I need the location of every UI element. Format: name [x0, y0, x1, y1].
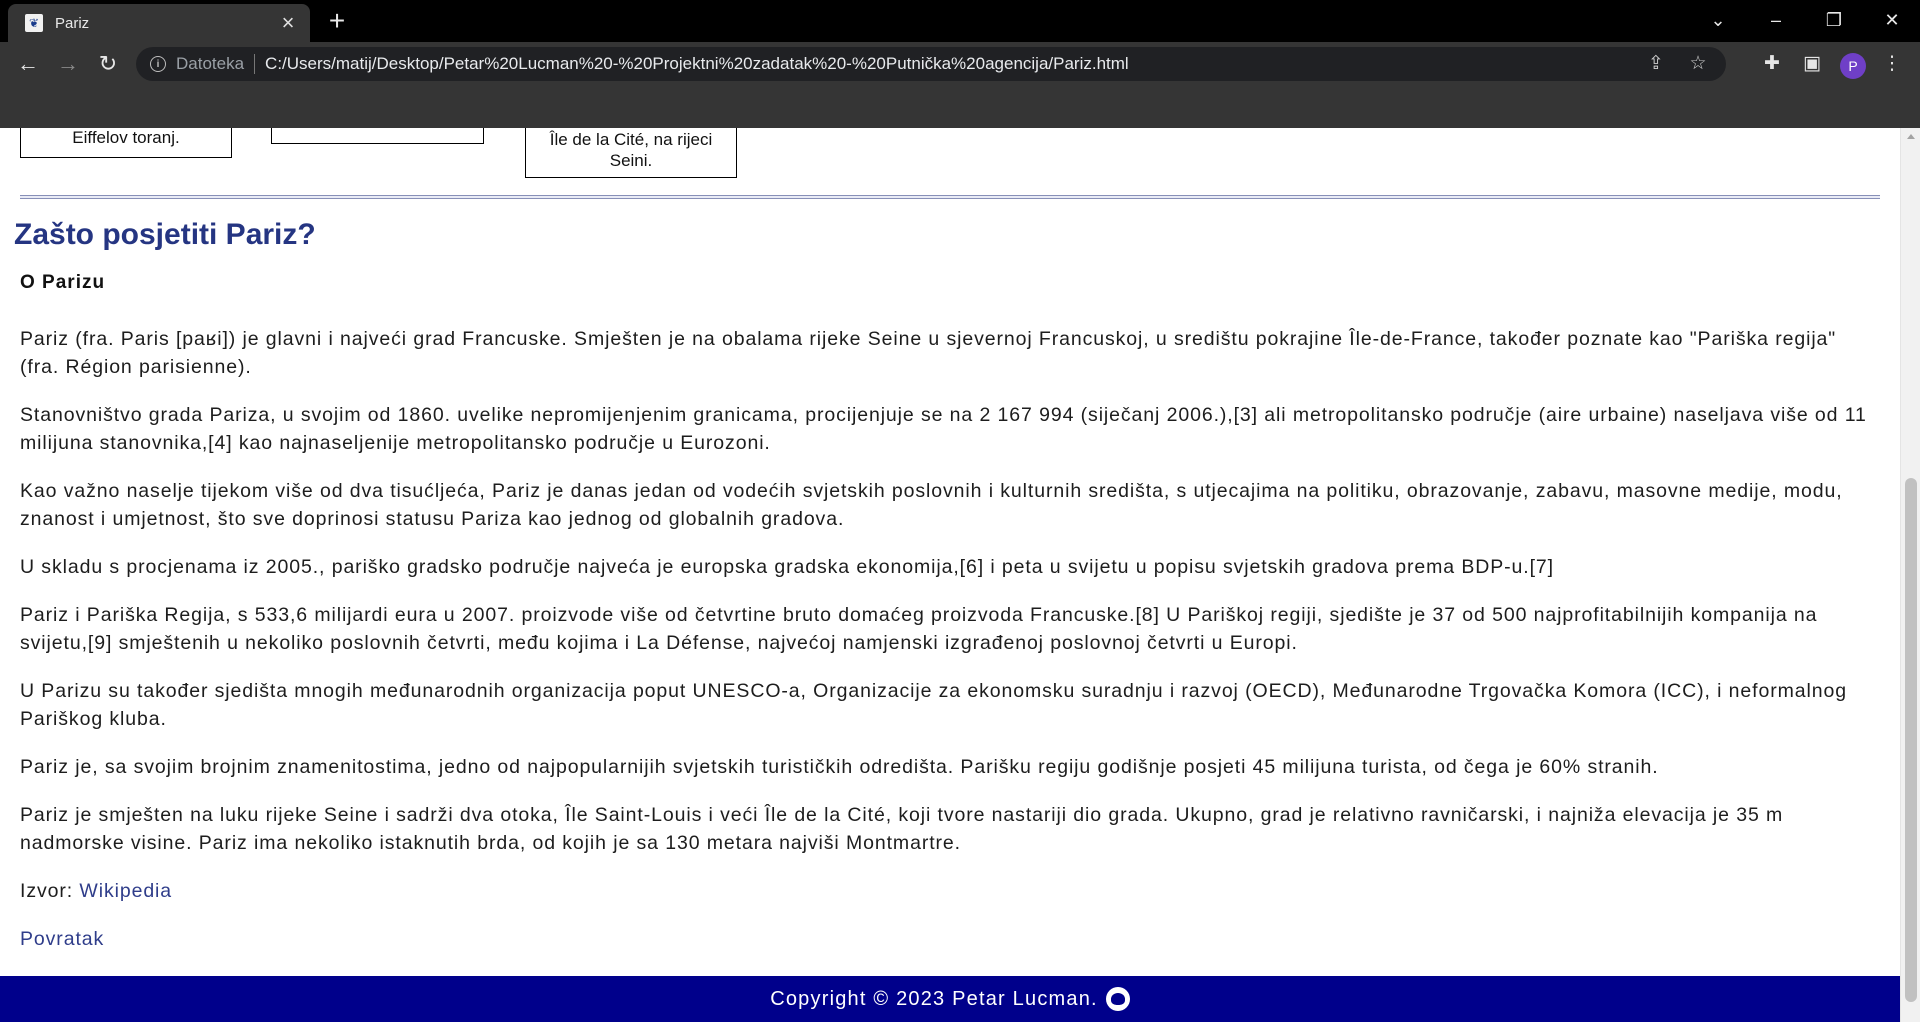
scrollbar-thumb[interactable] — [1905, 478, 1917, 1002]
back-icon[interactable]: ← — [14, 50, 42, 78]
section-divider — [20, 195, 1880, 199]
info-icon[interactable]: i — [150, 56, 166, 72]
share-icon[interactable]: ⇪ — [1642, 50, 1670, 78]
browser-tab[interactable]: ❦ Pariz × — [8, 4, 310, 42]
paragraph: Pariz i Pariška Regija, s 533,6 milijard… — [20, 604, 1818, 654]
puzzle-icon[interactable]: ✚ — [1758, 50, 1786, 78]
image-caption-ile-de-la-cite: Île de la Cité, na rijeci Seini. — [525, 128, 737, 178]
page-title: Zašto posjetiti Pariz? — [14, 218, 316, 251]
tab-title: Pariz — [55, 14, 90, 32]
page-viewport: Eiffelov toranj. Île de la Cité, na rije… — [0, 128, 1920, 1022]
github-icon[interactable] — [1105, 987, 1130, 1011]
caption-text: Eiffelov toranj. — [72, 128, 180, 147]
close-window-icon[interactable]: ✕ — [1864, 0, 1920, 42]
copyright-text: Copyright © 2023 Petar Lucman. — [770, 987, 1098, 1010]
side-panel-icon[interactable]: ▣ — [1798, 50, 1826, 78]
paragraph: Kao važno naselje tijekom više od dva ti… — [20, 480, 1843, 530]
paragraph: Pariz je smješten na luku rijeke Seine i… — [20, 804, 1784, 854]
scheme-label: Datoteka — [176, 54, 245, 73]
caption-text: Île de la Cité, na rijeci Seini. — [549, 130, 713, 170]
profile-avatar[interactable]: P — [1840, 53, 1866, 79]
minimize-icon[interactable]: – — [1748, 0, 1804, 42]
section-subtitle: O Parizu — [20, 272, 106, 293]
vertical-scrollbar[interactable] — [1900, 128, 1920, 1022]
image-caption-eiffel: Eiffelov toranj. — [20, 128, 232, 158]
tab-search-icon[interactable]: ⌄ — [1690, 0, 1746, 42]
paragraph: Pariz (fra. Paris [paʁi]) je glavni i na… — [20, 328, 1837, 378]
source-label: Izvor: — [20, 880, 74, 902]
scroll-up-arrow-icon[interactable] — [1907, 134, 1915, 139]
paragraph: U Parizu su također sjedišta mnogih među… — [20, 680, 1847, 730]
paragraph: Stanovništvo grada Pariza, u svojim od 1… — [20, 404, 1867, 454]
favicon-icon: ❦ — [25, 14, 43, 32]
close-tab-icon[interactable]: × — [274, 9, 302, 37]
restore-icon[interactable]: ❐ — [1806, 0, 1862, 42]
wikipedia-link[interactable]: Wikipedia — [79, 880, 172, 902]
article-content: Pariz (fra. Paris [paʁi]) je glavni i na… — [20, 325, 1880, 973]
source-line: Izvor: Wikipedia — [20, 877, 1880, 905]
page-footer: Copyright © 2023 Petar Lucman. — [0, 976, 1900, 1022]
browser-toolbar: ← → ↻ i Datoteka C:/Users/matij/Desktop/… — [0, 42, 1920, 86]
omnibox-divider — [254, 54, 256, 74]
bookmark-bar — [0, 86, 1920, 128]
star-icon[interactable]: ☆ — [1684, 50, 1712, 78]
new-tab-icon[interactable]: + — [322, 6, 352, 36]
forward-icon[interactable]: → — [54, 50, 82, 78]
paragraph: U skladu s procjenama iz 2005., pariško … — [20, 556, 1554, 578]
back-link[interactable]: Povratak — [20, 928, 104, 950]
paragraph: Pariz je, sa svojim brojnim znamenitosti… — [20, 756, 1659, 778]
address-bar[interactable]: i Datoteka C:/Users/matij/Desktop/Petar%… — [136, 47, 1726, 81]
url-text[interactable]: C:/Users/matij/Desktop/Petar%20Lucman%20… — [265, 54, 1642, 74]
reload-icon[interactable]: ↻ — [94, 50, 122, 78]
kebab-menu-icon[interactable]: ⋮ — [1878, 50, 1906, 78]
tab-strip: ❦ Pariz × + ⌄ – ❐ ✕ — [0, 0, 1920, 42]
back-line: Povratak — [20, 925, 1880, 953]
image-caption-middle — [271, 128, 484, 144]
